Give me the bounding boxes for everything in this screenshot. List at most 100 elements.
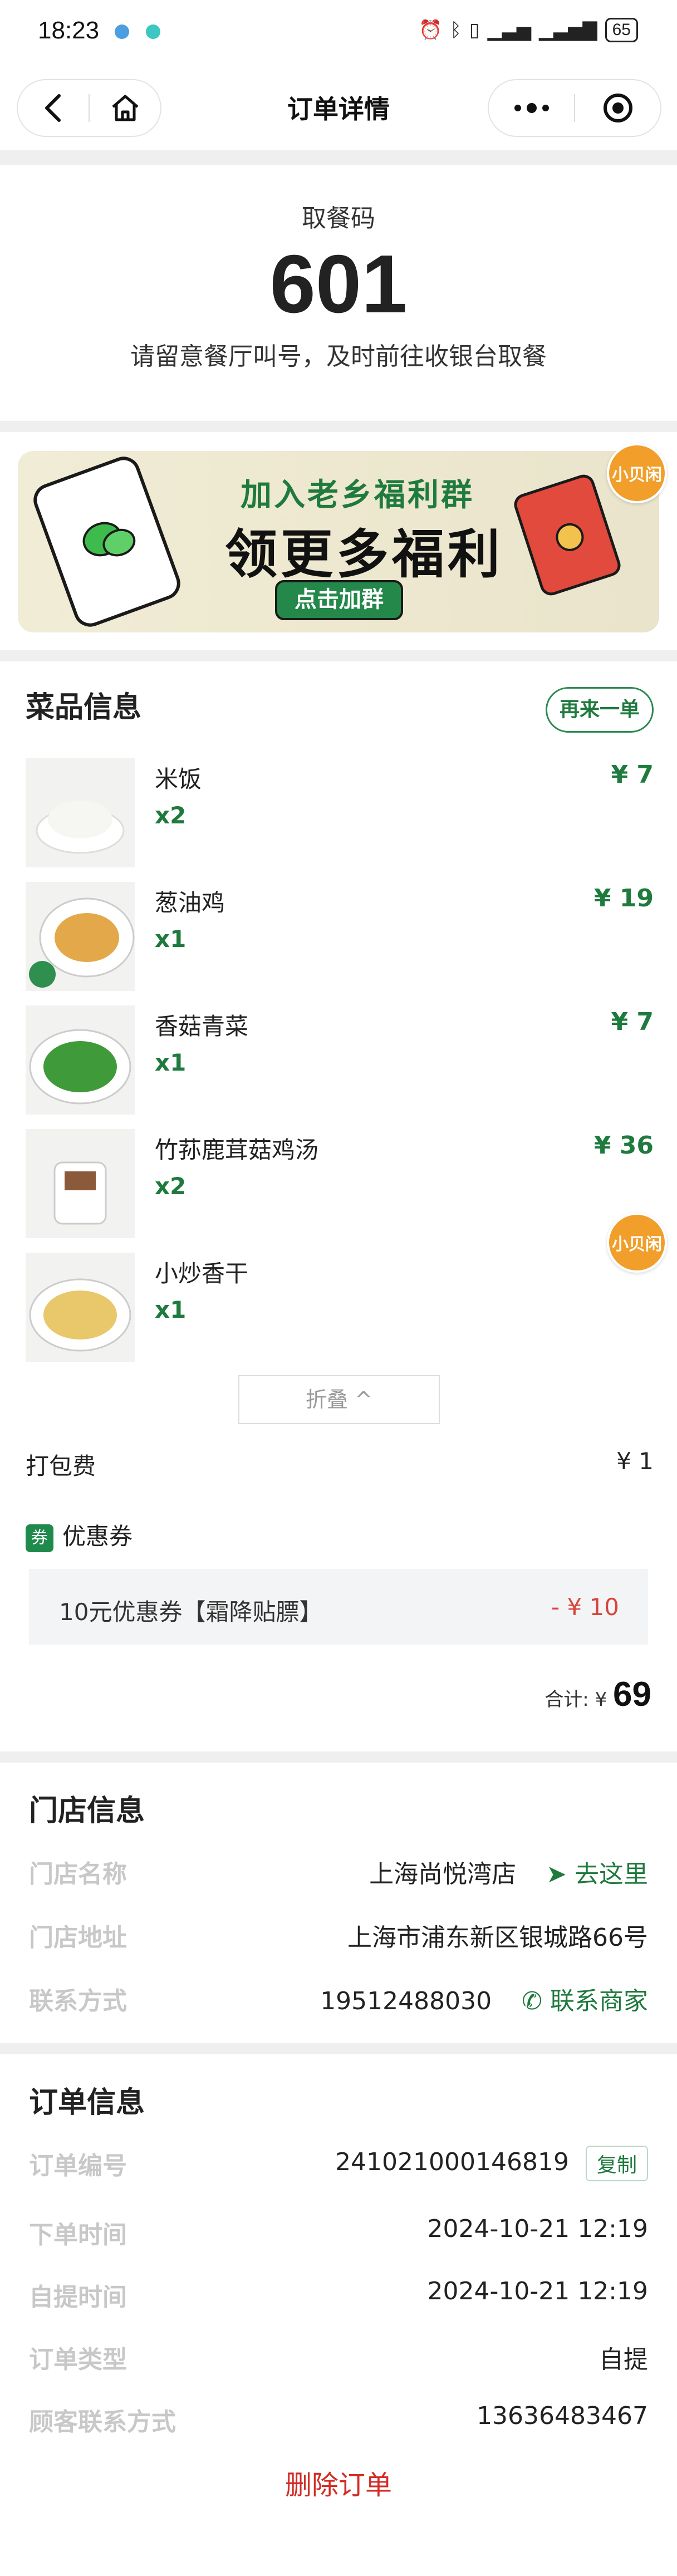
wechat-icon [82, 522, 136, 557]
dish-name: 葱油鸡 [155, 889, 225, 916]
order-type-label: 订单类型 [29, 2346, 127, 2374]
reorder-button[interactable]: 再来一单 [546, 687, 654, 733]
store-name: 上海尚悦湾店 [369, 1860, 517, 1888]
pickup-time-value: 2024-10-21 12:19 [427, 2277, 649, 2305]
home-button[interactable] [90, 80, 160, 136]
store-name-value: 上海尚悦湾店 ➤ 去这里 [369, 1854, 648, 1890]
nav-right-capsule [488, 79, 661, 137]
coupon-row: 券优惠券 [26, 1518, 654, 1552]
dish-item: 香菇青菜 x1 ¥ 7 [26, 1005, 654, 1115]
section-title-store: 门店信息 [29, 1794, 145, 1828]
banner-line2: 领更多福利 [225, 524, 504, 585]
notification-dot-icon [115, 24, 129, 39]
store-contact-row: 联系方式 19512488030 ✆ 联系商家 [29, 1981, 648, 2016]
order-time-value: 2024-10-21 12:19 [427, 2215, 649, 2243]
target-icon [603, 94, 632, 122]
more-button[interactable] [489, 80, 574, 136]
banner-line1: 加入老乡福利群 [241, 477, 474, 513]
packing-fee-label: 打包费 [26, 1453, 96, 1480]
vibrate-icon: ▯ [469, 19, 480, 41]
order-number-value: 241021000146819 复制 [335, 2146, 648, 2181]
order-time-label: 下单时间 [29, 2221, 127, 2249]
alarm-icon: ⏰ [419, 19, 443, 41]
pickup-card: 取餐码 601 请留意餐厅叫号，及时前往收银台取餐 [0, 165, 677, 421]
dish-quantity: x1 [155, 1296, 187, 1323]
navigate-label: 去这里 [575, 1860, 648, 1888]
home-icon [111, 95, 139, 121]
order-section: 订单信息 订单编号 241021000146819 复制 下单时间 2024-10… [0, 2054, 677, 2576]
dish-item: 小炒香干 x1 [26, 1253, 654, 1362]
join-group-banner[interactable]: 加入老乡福利群 领更多福利 点击加群 [18, 451, 659, 632]
store-address-label: 门店地址 [29, 1924, 127, 1952]
store-contact-value: 19512488030 ✆ 联系商家 [320, 1981, 648, 2016]
delete-order-button[interactable]: 删除订单 [0, 2463, 677, 2502]
dish-name: 香菇青菜 [155, 1013, 249, 1040]
navigate-button[interactable]: ➤ 去这里 [546, 1860, 648, 1888]
order-time-row: 下单时间 2024-10-21 12:19 [29, 2215, 649, 2249]
store-name-label: 门店名称 [29, 1860, 127, 1888]
banner-section: 加入老乡福利群 领更多福利 点击加群 小贝闲 [0, 432, 677, 650]
dish-price: ¥ 36 [593, 1131, 654, 1160]
total-value: 69 [613, 1675, 651, 1714]
red-envelope-illustration [511, 472, 624, 598]
dish-quantity: x1 [155, 925, 187, 953]
order-total: 合计: ¥ 69 [544, 1675, 651, 1714]
order-number-row: 订单编号 241021000146819 复制 [29, 2146, 648, 2181]
bluetooth-icon: ᛒ [450, 19, 462, 41]
store-contact-label: 联系方式 [29, 1987, 127, 2015]
dish-price: ¥ 7 [611, 760, 654, 789]
pickup-time-row: 自提时间 2024-10-21 12:19 [29, 2277, 649, 2312]
store-phone: 19512488030 [320, 1987, 492, 2015]
coupon-label: 优惠券 [62, 1523, 133, 1550]
floating-helper-badge[interactable]: 小贝闲 [607, 1213, 667, 1273]
dish-item: 米饭 x2 ¥ 7 [26, 758, 654, 867]
back-button[interactable] [18, 80, 89, 136]
signal-icon: ▁▃▅▇ [539, 19, 597, 41]
contact-merchant-button[interactable]: ✆ 联系商家 [522, 1987, 648, 2015]
order-type-row: 订单类型 自提 [29, 2339, 648, 2374]
coupon-box[interactable]: 10元优惠券【霜降贴膘】 - ¥ 10 [29, 1569, 648, 1645]
dish-quantity: x2 [155, 1172, 187, 1200]
store-section: 门店信息 门店名称 上海尚悦湾店 ➤ 去这里 门店地址 上海市浦东新区银城路66… [0, 1763, 677, 2043]
coupon-name: 10元优惠券【霜降贴膘】 [59, 1598, 323, 1626]
section-title-order: 订单信息 [29, 2086, 145, 2119]
packing-fee-value: ¥ 1 [616, 1448, 654, 1475]
pickup-code: 601 [269, 238, 408, 330]
phone-illustration [28, 452, 185, 632]
dish-item: 葱油鸡 x1 ¥ 19 [26, 882, 654, 991]
close-miniprogram-button[interactable] [575, 80, 660, 136]
store-address-value: 上海市浦东新区银城路66号 [347, 1924, 648, 1952]
dish-image [26, 1253, 135, 1362]
contact-merchant-label: 联系商家 [550, 1987, 648, 2015]
dish-name: 小炒香干 [155, 1260, 249, 1287]
nav-left-capsule [17, 79, 161, 137]
copy-button[interactable]: 复制 [585, 2146, 648, 2181]
coupon-icon: 券 [26, 1524, 53, 1552]
customer-contact-row: 顾客联系方式 13636483467 [29, 2402, 648, 2436]
phone-icon: ✆ [522, 1987, 542, 2015]
status-time: 18:23 [38, 17, 100, 44]
pickup-time-label: 自提时间 [29, 2283, 127, 2312]
dish-quantity: x1 [155, 1049, 187, 1076]
more-icon [514, 103, 549, 113]
floating-helper-badge[interactable]: 小贝闲 [607, 443, 667, 503]
customer-contact-value: 13636483467 [477, 2402, 648, 2430]
order-type-value: 自提 [599, 2346, 648, 2374]
total-label: 合计: ¥ [544, 1689, 607, 1711]
packing-fee-row: 打包费 ¥ 1 [26, 1448, 654, 1481]
customer-contact-label: 顾客联系方式 [29, 2408, 176, 2436]
dish-quantity: x2 [155, 802, 187, 829]
notification-dot-icon [146, 24, 160, 39]
fold-button[interactable]: 折叠 ^ [238, 1375, 440, 1424]
nav-bar: 订单详情 [0, 67, 677, 150]
section-title-dishes: 菜品信息 [26, 691, 142, 724]
status-icons: ⏰ ᛒ ▯ ▁▃▅ ▁▃▅▇ 65 [419, 18, 638, 42]
dish-name: 竹荪鹿茸菇鸡汤 [155, 1136, 319, 1164]
dish-image [26, 1129, 135, 1238]
navigate-arrow-icon: ➤ [546, 1860, 567, 1888]
join-group-button[interactable]: 点击加群 [275, 580, 403, 620]
battery-icon: 65 [605, 18, 638, 42]
dish-item: 竹荪鹿茸菇鸡汤 x2 ¥ 36 [26, 1129, 654, 1238]
dish-price: ¥ 7 [611, 1008, 654, 1036]
status-bar: 18:23 ⏰ ᛒ ▯ ▁▃▅ ▁▃▅▇ 65 [0, 0, 677, 67]
